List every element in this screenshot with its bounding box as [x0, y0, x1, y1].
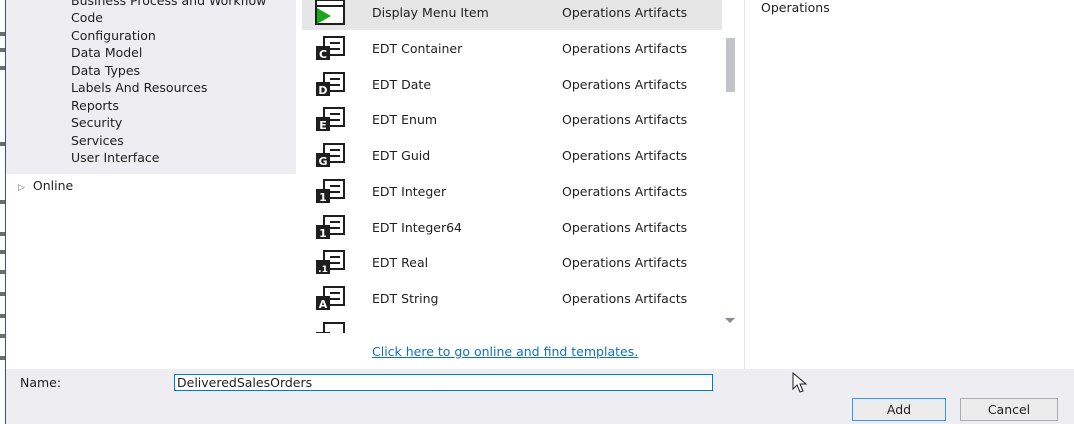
edt-glyph: E [319, 119, 327, 132]
list-item-name: EDT String [372, 291, 439, 306]
edt-glyph: 1 [319, 191, 327, 204]
list-item-category: Operations Artifacts [562, 148, 688, 163]
tree-item-online-label: Online [32, 178, 74, 193]
edt-glyph: A [319, 298, 328, 311]
edt-type-icon: C [316, 35, 345, 61]
edt-type-icon: 1 [316, 178, 345, 204]
list-item-category: Operations Artifacts [562, 112, 688, 128]
list-item-name: EDT Integer64 [372, 219, 463, 235]
dialog-footer: Name: Add Cancel [6, 369, 1074, 424]
list-scrollbar[interactable] [722, 0, 738, 330]
add-button[interactable]: Add [852, 398, 946, 421]
edt-glyph: .1 [318, 265, 328, 275]
tree-overlay: ▷ Online [6, 0, 296, 369]
edt-glyph: D [318, 84, 327, 97]
template-description-panel: Operations [744, 0, 1074, 369]
edt-type-icon: A [316, 286, 345, 311]
edt-glyph: G [318, 155, 327, 168]
list-item-category: Operations Artifacts [562, 255, 688, 271]
list-item-category: Operations Artifacts [562, 291, 688, 306]
list-item[interactable]: G EDT Guid Operations Artifacts [302, 137, 722, 173]
list-item-name: Display Menu Item [372, 5, 489, 20]
edt-type-icon: D [316, 71, 345, 97]
list-item-name: EDT Integer [372, 183, 447, 199]
scrollbar-thumb[interactable] [726, 38, 735, 92]
add-new-item-dialog: Business Process and Workflow Code Confi… [0, 0, 1074, 424]
list-item[interactable]: A EDT String Operations Artifacts [302, 280, 722, 316]
list-item-name: EDT Real [372, 255, 429, 271]
template-list: Display Menu Item Operations Artifacts C… [302, 0, 722, 369]
template-description: Operations [761, 0, 830, 15]
list-item-name: EDT Guid [372, 148, 431, 163]
list-item[interactable]: Display Menu Item Operations Artifacts [302, 0, 722, 30]
edt-type-icon: E [316, 107, 345, 132]
mouse-cursor-icon [792, 372, 808, 393]
name-input[interactable] [174, 374, 713, 391]
expand-triangle-icon[interactable]: ▷ [18, 183, 25, 193]
list-item-category: Operations Artifacts [562, 40, 688, 56]
edt-type-icon: G [316, 143, 345, 168]
edt-type-icon: .1 [316, 250, 345, 275]
list-item-name: EDT Enum [372, 112, 438, 128]
tree-item-online[interactable]: ▷ Online [18, 178, 73, 193]
list-item-category: Operations Artifacts [562, 5, 688, 20]
list-item[interactable]: C EDT Container Operations Artifacts [302, 30, 722, 66]
list-item-category: Operations Artifacts [562, 76, 688, 92]
display-menu-item-icon [315, 0, 345, 25]
list-item[interactable]: 1 EDT Integer64 Operations Artifacts [302, 209, 722, 245]
edt-type-icon: 1 [316, 214, 345, 240]
edt-glyph: C [319, 48, 327, 61]
list-item-name: EDT Date [372, 76, 432, 92]
edt-glyph: 1 [319, 227, 327, 240]
list-item-name: EDT Container [372, 40, 463, 56]
online-templates-link[interactable]: Click here to go online and find templat… [372, 344, 638, 359]
name-label: Name: [20, 375, 62, 390]
list-item-category: Operations Artifacts [562, 219, 688, 235]
list-item-category: Operations Artifacts [562, 183, 688, 199]
scroll-down-arrow-icon[interactable] [725, 318, 735, 323]
cancel-button[interactable]: Cancel [960, 398, 1058, 421]
list-item[interactable]: .1 EDT Real Operations Artifacts [302, 244, 722, 280]
list-item[interactable]: D EDT Date Operations Artifacts [302, 66, 722, 102]
list-item[interactable]: E EDT Enum Operations Artifacts [302, 101, 722, 137]
list-item[interactable]: 1 EDT Integer Operations Artifacts [302, 173, 722, 209]
